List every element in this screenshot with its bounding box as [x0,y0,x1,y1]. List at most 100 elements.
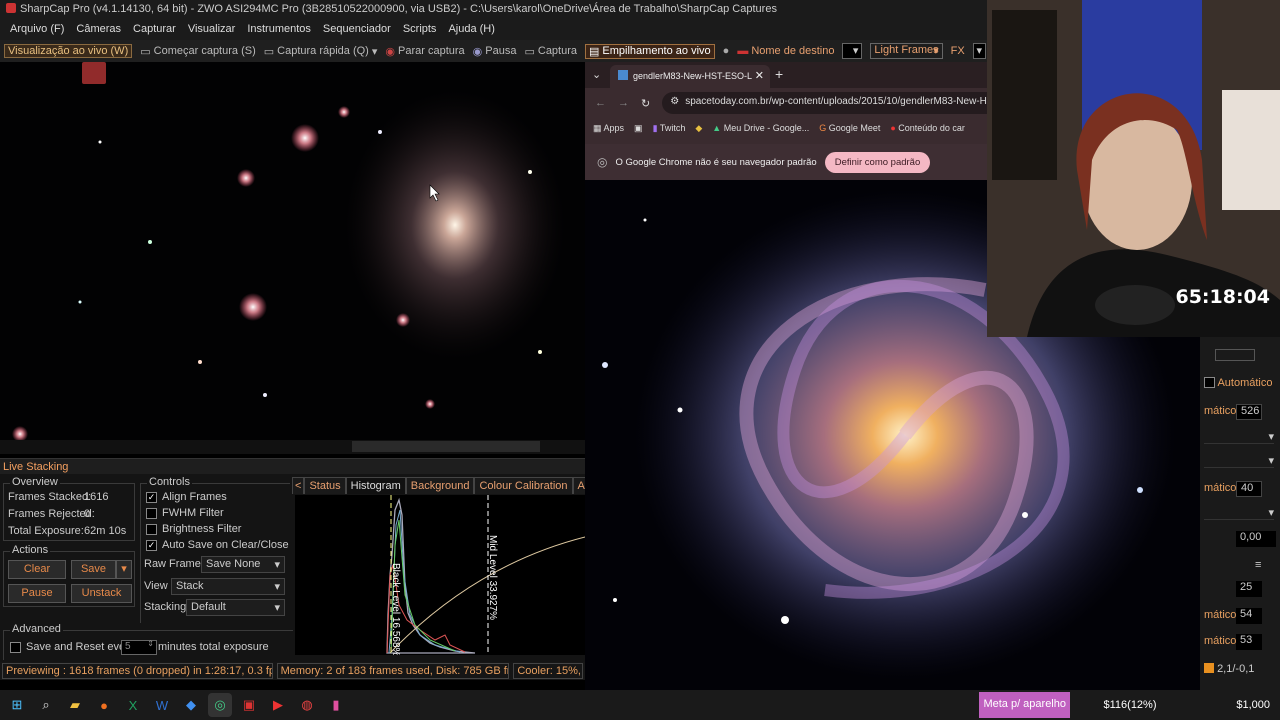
capture-button[interactable]: ▭ Captura [524,45,577,58]
bookmark-drive[interactable]: ▲ Meu Drive - Google... [712,123,809,133]
stacking-value: Default [191,601,226,613]
excel-icon[interactable]: X [121,693,145,717]
video-player-icon[interactable]: ▶ [266,693,290,717]
new-tab-icon[interactable]: + [775,66,783,82]
pause-button[interactable]: ◉ Pausa [473,45,517,58]
live-view-button[interactable]: Visualização ao vivo (W) [4,44,133,58]
value-field-2[interactable]: 40 [1236,481,1262,497]
view-label: View [144,580,168,592]
reload-icon[interactable]: ↻ [641,97,650,110]
checkbox-box [10,641,21,653]
back-icon[interactable]: ← [595,97,606,109]
bookmark-twitch[interactable]: ▮ Twitch [653,123,686,134]
auto-save-checkbox[interactable]: ✓ Auto Save on Clear/Close [146,539,289,551]
target-name-dropdown[interactable] [842,43,863,59]
menu-view[interactable]: Visualizar [182,23,242,38]
start-capture-label: Começar captura (S) [153,45,256,57]
save-reset-checkbox[interactable]: Save and Reset every [10,641,134,653]
stop-capture-button[interactable]: ◉ Parar captura [385,45,464,58]
start-capture-button[interactable]: ▭ Começar captura (S) [140,45,256,58]
bookmark-apps[interactable]: ▦ Apps [593,123,624,134]
banner-text: O Google Chrome não é seu navegador padr… [615,156,817,168]
bookmark-youtube[interactable]: ● Conteúdo do car [890,123,965,133]
search-icon[interactable]: ⌕ [34,693,58,717]
actions-group: Actions Clear Save ▾ Pause Unstack [3,544,135,607]
auto-save-label: Auto Save on Clear/Close [162,539,289,551]
menu-sequencer[interactable]: Sequenciador [317,23,397,38]
tab-background[interactable]: Background [405,477,475,494]
bookmark-meet[interactable]: G Google Meet [819,123,880,133]
slider-control[interactable] [1215,349,1255,361]
value-field-5[interactable]: 54 [1236,608,1262,624]
brightness-filter-checkbox[interactable]: Brightness Filter [146,523,241,535]
auto-checkbox[interactable]: Automático [1204,377,1272,389]
tab-groups-icon[interactable]: ▣ [634,123,643,134]
capture-toolbar: Visualização ao vivo (W) ▭ Começar captur… [0,40,990,62]
file-explorer-icon[interactable]: ▰ [63,693,87,717]
quick-capture-button[interactable]: ▭ Captura rápida (Q) ▾ [264,45,378,58]
menu-tools[interactable]: Instrumentos [241,23,317,38]
raw-frames-select[interactable]: Save None [201,556,285,573]
checkmark-icon: ✓ [146,539,157,551]
align-frames-checkbox[interactable]: ✓ Align Frames [146,491,227,503]
bookmark-extra-icon[interactable]: ◆ [695,123,702,134]
close-tab-icon[interactable]: ✕ [755,69,764,82]
firefox-icon[interactable]: ● [92,693,116,717]
live-preview-image[interactable] [0,62,585,442]
save-reset-value: 5 [125,641,131,652]
value-field-6[interactable]: 53 [1236,634,1262,650]
galaxy-blob [345,90,565,360]
stream-timer: 65:18:04 [1175,286,1270,308]
fwhm-filter-checkbox[interactable]: FWHM Filter [146,507,224,519]
frame-type-dropdown[interactable]: Light Frames [870,43,943,59]
value-field-3[interactable]: 0,00 [1236,531,1276,547]
dropdown-2[interactable]: ▾ [1204,454,1274,468]
windows-start-icon[interactable]: ⊞ [5,693,29,717]
browser-tab[interactable]: gendlerM83-New-HST-ESO-L ✕ [610,65,770,88]
save-button[interactable]: Save [71,560,116,579]
scrollbar-thumb[interactable] [352,441,540,452]
menu-cameras[interactable]: Câmeras [70,23,127,38]
tab-status[interactable]: Status [304,477,346,494]
tab-histogram[interactable]: Histogram [345,477,406,494]
record-toggle[interactable]: ● [723,45,730,57]
clear-button[interactable]: Clear [8,560,66,579]
recording-indicator-icon [82,62,106,84]
chrome-icon[interactable]: ◎ [208,693,232,717]
tabs-scroll-left-icon[interactable]: < [292,477,305,494]
forward-icon[interactable]: → [618,97,629,109]
dropdown-3[interactable]: ▾ [1204,506,1274,520]
menu-file[interactable]: Arquivo (F) [4,23,70,38]
value-field-1[interactable]: 526 [1236,404,1262,420]
value-field-4[interactable]: 25 [1236,581,1262,597]
stacking-select[interactable]: Default [186,599,285,616]
wall-poster [1222,90,1280,210]
view-select[interactable]: Stack [171,578,285,595]
menu-lines-icon[interactable]: ≡ [1255,559,1261,571]
app-diamond-icon[interactable]: ◆ [179,693,203,717]
save-reset-stepper[interactable]: 5 ⇕ [121,639,157,655]
fx-dropdown[interactable] [972,43,986,59]
live-stacking-button[interactable]: ▤ Empilhamento ao vivo [585,43,715,59]
histogram-chart[interactable]: Black Level 16.568% Mid Level 33.927% [295,495,585,655]
tab-search-chevron-icon[interactable]: ⌄ [592,68,601,81]
menu-scripts[interactable]: Scripts [397,23,443,38]
menu-help[interactable]: Ajuda (H) [442,23,500,38]
app-pink-icon[interactable]: ▮ [324,693,348,717]
star [378,130,382,134]
pause-stacking-button[interactable]: Pause [8,584,66,603]
set-default-button[interactable]: Definir como padrão [824,151,931,173]
preview-horizontal-scrollbar[interactable] [0,440,585,454]
dropdown-1[interactable]: ▾ [1204,430,1274,444]
menu-capture[interactable]: Capturar [127,23,182,38]
obs-app-icon[interactable]: ▣ [237,693,261,717]
word-icon[interactable]: W [150,693,174,717]
save-options-chevron-icon[interactable]: ▾ [116,560,132,579]
address-bar[interactable]: ⚙ spacetoday.com.br/wp-content/uploads/20… [662,92,987,114]
color-swatch [1204,663,1214,673]
tab-colour-calibration[interactable]: Colour Calibration [474,477,573,494]
app-circle-icon[interactable]: ◍ [295,693,319,717]
unstack-button[interactable]: Unstack [71,584,132,603]
actions-title: Actions [10,544,51,556]
star [396,313,410,327]
